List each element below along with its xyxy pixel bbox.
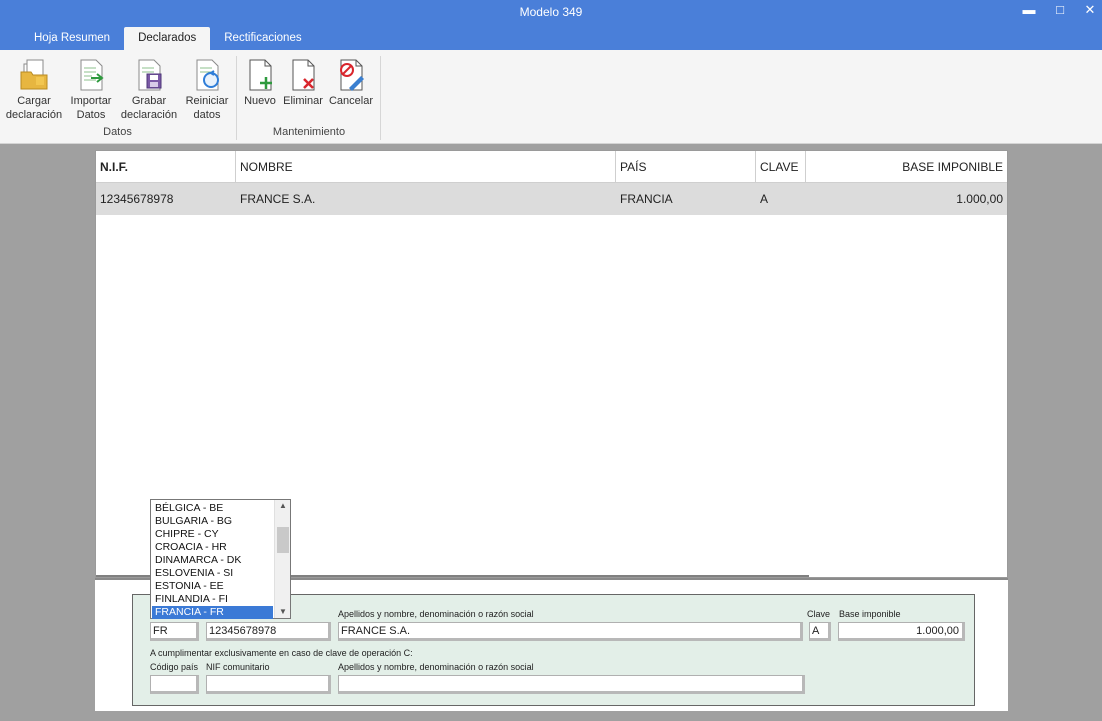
cell-nif: 12345678978 (100, 192, 174, 206)
dropdown-option[interactable]: CROACIA - HR (152, 541, 273, 554)
importar-label-2: Datos (76, 109, 106, 121)
clave-c-note: A cumplimentar exclusivamente en caso de… (150, 648, 413, 658)
cell-clave: A (760, 192, 769, 206)
country-dropdown-list[interactable]: BÉLGICA - BE BULGARIA - BG CHIPRE - CY C… (150, 499, 291, 619)
scroll-thumb[interactable] (277, 527, 289, 553)
reiniciar-label-1: Reiniciar (185, 95, 229, 107)
base-imponible-field[interactable]: 1.000,00 (838, 622, 965, 641)
label-codigo-pais: Código país (150, 662, 199, 672)
pais-code-field[interactable]: FR (150, 622, 199, 641)
import-doc-icon (80, 59, 104, 91)
scroll-down-icon[interactable]: ▼ (275, 606, 291, 618)
cargar-declaracion-button[interactable]: Cargar declaración (3, 58, 65, 122)
label-clave: Clave (807, 609, 831, 619)
nombre-field[interactable]: FRANCE S.A. (338, 622, 803, 641)
cell-pais: FRANCIA (620, 192, 673, 206)
reiniciar-label-2: datos (193, 109, 221, 121)
importar-datos-button[interactable]: Importar Datos (66, 58, 116, 122)
dropdown-option[interactable]: BULGARIA - BG (152, 515, 273, 528)
reiniciar-datos-button[interactable]: Reiniciar datos (181, 58, 233, 122)
cargar-label-2: declaración (5, 109, 63, 121)
column-header-clave[interactable]: CLAVE (756, 151, 806, 182)
ribbon-group-mantenimiento-label: Mantenimiento (272, 126, 346, 138)
save-doc-icon (138, 59, 162, 91)
table-row[interactable]: 12345678978 FRANCE S.A. FRANCIA A 1.000,… (96, 183, 1007, 215)
delete-doc-icon (292, 59, 315, 91)
label-nombre: Apellidos y nombre, denominación o razón… (338, 609, 534, 619)
dropdown-option[interactable]: DINAMARCA - DK (152, 554, 273, 567)
dropdown-option-selected[interactable]: FRANCIA - FR (152, 606, 273, 619)
clave-field[interactable]: A (809, 622, 831, 641)
cancelar-button[interactable]: Cancelar (327, 58, 375, 108)
maximize-button[interactable]: □ (1047, 2, 1073, 18)
new-doc-icon (249, 59, 272, 91)
cancel-doc-icon (340, 59, 364, 91)
scroll-up-icon[interactable]: ▲ (275, 500, 291, 512)
column-header-base-imponible[interactable]: BASE IMPONIBLE (806, 151, 1007, 182)
grabar-label-1: Grabar (131, 95, 167, 107)
tab-declarados[interactable]: Declarados (124, 27, 211, 50)
column-header-nombre[interactable]: NOMBRE (236, 151, 616, 182)
ribbon-group-mantenimiento: Nuevo Eliminar Cancelar Mantenimiento (238, 54, 380, 142)
dropdown-option[interactable]: CHIPRE - CY (152, 528, 273, 541)
label-base-imponible: Base imponible (839, 609, 901, 619)
minimize-button[interactable]: ▬ (1016, 2, 1042, 18)
grabar-label-2: declaración (120, 109, 178, 121)
grabar-declaracion-button[interactable]: Grabar declaración (118, 58, 180, 122)
dropdown-option[interactable]: ESLOVENIA - SI (152, 567, 273, 580)
codigo-pais-c-field[interactable] (150, 675, 199, 694)
table-header: N.I.F. NOMBRE PAÍS CLAVE BASE IMPONIBLE (96, 151, 1007, 183)
dropdown-option[interactable]: ESTONIA - EE (152, 580, 273, 593)
tab-hoja-resumen[interactable]: Hoja Resumen (20, 27, 124, 50)
column-header-nif[interactable]: N.I.F. (96, 151, 236, 182)
tab-bar: Hoja Resumen Declarados Rectificaciones (20, 27, 316, 50)
ribbon: Cargar declaración Importar Datos Grabar… (0, 50, 1102, 144)
nif-comunitario-c-field[interactable] (206, 675, 331, 694)
label-nombre-c: Apellidos y nombre, denominación o razón… (338, 662, 534, 672)
cell-base-imponible: 1.000,00 (956, 192, 1003, 206)
ribbon-group-datos: Cargar declaración Importar Datos Grabar… (0, 54, 235, 142)
nuevo-button[interactable]: Nuevo (241, 58, 279, 108)
nif-field[interactable]: 12345678978 (206, 622, 331, 641)
reset-doc-icon (196, 59, 219, 91)
dropdown-option[interactable]: FINLANDIA - FI (152, 593, 273, 606)
nombre-c-field[interactable] (338, 675, 805, 694)
tab-rectificaciones[interactable]: Rectificaciones (210, 27, 315, 50)
dropdown-scrollbar[interactable]: ▲ ▼ (274, 500, 290, 618)
nuevo-label: Nuevo (244, 95, 276, 107)
folder-load-icon (20, 59, 48, 90)
label-nif-comunitario: NIF comunitario (206, 662, 270, 672)
title-bar: Modelo 349 ▬ □ ✕ Hoja Resumen Declarados… (0, 0, 1102, 50)
dropdown-option[interactable]: BÉLGICA - BE (152, 502, 273, 515)
cell-nombre: FRANCE S.A. (240, 192, 316, 206)
ribbon-group-datos-label: Datos (103, 126, 132, 138)
eliminar-button[interactable]: Eliminar (281, 58, 325, 108)
cargar-label-1: Cargar (17, 95, 51, 107)
ribbon-separator (380, 56, 381, 140)
eliminar-label: Eliminar (283, 95, 323, 107)
window-title: Modelo 349 (519, 5, 583, 19)
ribbon-separator (236, 56, 237, 140)
cancelar-label: Cancelar (328, 95, 374, 107)
importar-label-1: Importar (70, 95, 112, 107)
column-header-pais[interactable]: PAÍS (616, 151, 756, 182)
close-button[interactable]: ✕ (1077, 2, 1102, 18)
